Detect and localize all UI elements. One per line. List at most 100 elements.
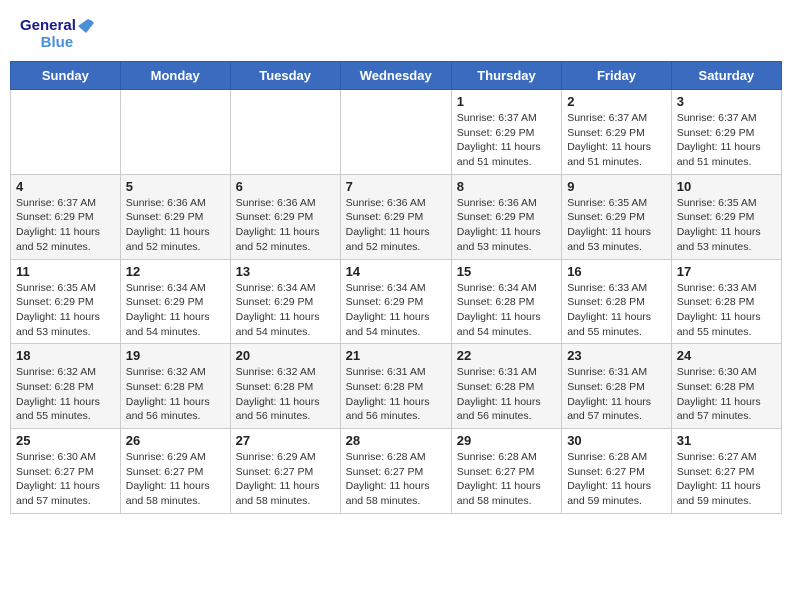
day-number: 6 — [236, 179, 335, 194]
day-number: 27 — [236, 433, 335, 448]
day-info: Sunrise: 6:31 AM Sunset: 6:28 PM Dayligh… — [567, 365, 666, 424]
day-info: Sunrise: 6:32 AM Sunset: 6:28 PM Dayligh… — [126, 365, 225, 424]
day-info: Sunrise: 6:30 AM Sunset: 6:27 PM Dayligh… — [16, 450, 115, 509]
day-number: 26 — [126, 433, 225, 448]
day-info: Sunrise: 6:30 AM Sunset: 6:28 PM Dayligh… — [677, 365, 776, 424]
day-info: Sunrise: 6:37 AM Sunset: 6:29 PM Dayligh… — [677, 111, 776, 170]
day-number: 22 — [457, 348, 556, 363]
day-number: 5 — [126, 179, 225, 194]
day-info: Sunrise: 6:34 AM Sunset: 6:29 PM Dayligh… — [346, 281, 446, 340]
day-info: Sunrise: 6:34 AM Sunset: 6:29 PM Dayligh… — [126, 281, 225, 340]
day-number: 18 — [16, 348, 115, 363]
calendar-cell: 4 Sunrise: 6:37 AM Sunset: 6:29 PM Daylig… — [11, 174, 121, 259]
day-info: Sunrise: 6:33 AM Sunset: 6:28 PM Dayligh… — [677, 281, 776, 340]
day-header-tuesday: Tuesday — [230, 62, 340, 90]
week-row: 1Sunrise: 6:37 AM Sunset: 6:29 PM Daylig… — [11, 90, 782, 175]
calendar-cell: 21 Sunrise: 6:31 AM Sunset: 6:28 PM Dayli… — [340, 344, 451, 429]
day-number: 20 — [236, 348, 335, 363]
day-number: 28 — [346, 433, 446, 448]
calendar-cell — [230, 90, 340, 175]
week-row: 18 Sunrise: 6:32 AM Sunset: 6:28 PM Dayli… — [11, 344, 782, 429]
day-number: 8 — [457, 179, 556, 194]
day-number: 25 — [16, 433, 115, 448]
day-info: Sunrise: 6:35 AM Sunset: 6:29 PM Dayligh… — [677, 196, 776, 255]
day-number: 15 — [457, 264, 556, 279]
day-info: Sunrise: 6:34 AM Sunset: 6:29 PM Dayligh… — [236, 281, 335, 340]
day-number: 10 — [677, 179, 776, 194]
calendar-cell: 22Sunrise: 6:31 AM Sunset: 6:28 PM Dayli… — [451, 344, 561, 429]
day-number: 30 — [567, 433, 666, 448]
calendar-cell: 23 Sunrise: 6:31 AM Sunset: 6:28 PM Dayli… — [562, 344, 672, 429]
calendar-cell: 30 Sunrise: 6:28 AM Sunset: 6:27 PM Dayli… — [562, 429, 672, 514]
calendar-cell: 8 Sunrise: 6:36 AM Sunset: 6:29 PM Daylig… — [451, 174, 561, 259]
calendar-cell: 17Sunrise: 6:33 AM Sunset: 6:28 PM Dayli… — [671, 259, 781, 344]
logo-general-text: General — [20, 18, 76, 35]
day-header-sunday: Sunday — [11, 62, 121, 90]
day-info: Sunrise: 6:28 AM Sunset: 6:27 PM Dayligh… — [567, 450, 666, 509]
day-info: Sunrise: 6:32 AM Sunset: 6:28 PM Dayligh… — [236, 365, 335, 424]
day-info: Sunrise: 6:36 AM Sunset: 6:29 PM Dayligh… — [126, 196, 225, 255]
day-info: Sunrise: 6:35 AM Sunset: 6:29 PM Dayligh… — [567, 196, 666, 255]
day-header-saturday: Saturday — [671, 62, 781, 90]
calendar-cell: 7 Sunrise: 6:36 AM Sunset: 6:29 PM Daylig… — [340, 174, 451, 259]
calendar-cell: 5 Sunrise: 6:36 AM Sunset: 6:29 PM Daylig… — [120, 174, 230, 259]
day-info: Sunrise: 6:34 AM Sunset: 6:28 PM Dayligh… — [457, 281, 556, 340]
calendar-cell: 2 Sunrise: 6:37 AM Sunset: 6:29 PM Daylig… — [562, 90, 672, 175]
day-number: 3 — [677, 94, 776, 109]
week-row: 25 Sunrise: 6:30 AM Sunset: 6:27 PM Dayli… — [11, 429, 782, 514]
calendar-cell: 3 Sunrise: 6:37 AM Sunset: 6:29 PM Daylig… — [671, 90, 781, 175]
day-info: Sunrise: 6:35 AM Sunset: 6:29 PM Dayligh… — [16, 281, 115, 340]
day-number: 4 — [16, 179, 115, 194]
logo: General Blue — [20, 18, 94, 51]
calendar-cell: 26 Sunrise: 6:29 AM Sunset: 6:27 PM Dayli… — [120, 429, 230, 514]
calendar-cell — [340, 90, 451, 175]
day-number: 12 — [126, 264, 225, 279]
calendar-cell — [11, 90, 121, 175]
day-header-monday: Monday — [120, 62, 230, 90]
day-info: Sunrise: 6:33 AM Sunset: 6:28 PM Dayligh… — [567, 281, 666, 340]
calendar-cell: 16Sunrise: 6:33 AM Sunset: 6:28 PM Dayli… — [562, 259, 672, 344]
week-row: 4 Sunrise: 6:37 AM Sunset: 6:29 PM Daylig… — [11, 174, 782, 259]
calendar-cell: 9 Sunrise: 6:35 AM Sunset: 6:29 PM Daylig… — [562, 174, 672, 259]
day-header-wednesday: Wednesday — [340, 62, 451, 90]
day-number: 11 — [16, 264, 115, 279]
day-number: 19 — [126, 348, 225, 363]
calendar-table: SundayMondayTuesdayWednesdayThursdayFrid… — [10, 61, 782, 514]
day-info: Sunrise: 6:32 AM Sunset: 6:28 PM Dayligh… — [16, 365, 115, 424]
day-info: Sunrise: 6:28 AM Sunset: 6:27 PM Dayligh… — [457, 450, 556, 509]
logo-bird-icon — [78, 19, 94, 33]
calendar-cell: 10 Sunrise: 6:35 AM Sunset: 6:29 PM Dayli… — [671, 174, 781, 259]
week-row: 11 Sunrise: 6:35 AM Sunset: 6:29 PM Dayli… — [11, 259, 782, 344]
day-number: 24 — [677, 348, 776, 363]
day-info: Sunrise: 6:36 AM Sunset: 6:29 PM Dayligh… — [236, 196, 335, 255]
day-number: 21 — [346, 348, 446, 363]
calendar-cell: 28 Sunrise: 6:28 AM Sunset: 6:27 PM Dayli… — [340, 429, 451, 514]
day-number: 7 — [346, 179, 446, 194]
calendar-cell: 6 Sunrise: 6:36 AM Sunset: 6:29 PM Daylig… — [230, 174, 340, 259]
day-info: Sunrise: 6:27 AM Sunset: 6:27 PM Dayligh… — [677, 450, 776, 509]
calendar-cell: 13 Sunrise: 6:34 AM Sunset: 6:29 PM Dayli… — [230, 259, 340, 344]
day-number: 23 — [567, 348, 666, 363]
day-info: Sunrise: 6:29 AM Sunset: 6:27 PM Dayligh… — [126, 450, 225, 509]
calendar-cell: 14Sunrise: 6:34 AM Sunset: 6:29 PM Dayli… — [340, 259, 451, 344]
day-number: 9 — [567, 179, 666, 194]
day-info: Sunrise: 6:36 AM Sunset: 6:29 PM Dayligh… — [346, 196, 446, 255]
calendar-cell: 20 Sunrise: 6:32 AM Sunset: 6:28 PM Dayli… — [230, 344, 340, 429]
day-info: Sunrise: 6:31 AM Sunset: 6:28 PM Dayligh… — [346, 365, 446, 424]
calendar-cell: 24 Sunrise: 6:30 AM Sunset: 6:28 PM Dayli… — [671, 344, 781, 429]
day-number: 13 — [236, 264, 335, 279]
day-number: 31 — [677, 433, 776, 448]
day-number: 2 — [567, 94, 666, 109]
day-info: Sunrise: 6:36 AM Sunset: 6:29 PM Dayligh… — [457, 196, 556, 255]
day-info: Sunrise: 6:29 AM Sunset: 6:27 PM Dayligh… — [236, 450, 335, 509]
logo-blue-text: Blue — [20, 35, 94, 52]
calendar-cell: 31 Sunrise: 6:27 AM Sunset: 6:27 PM Dayli… — [671, 429, 781, 514]
calendar-cell: 25 Sunrise: 6:30 AM Sunset: 6:27 PM Dayli… — [11, 429, 121, 514]
day-info: Sunrise: 6:37 AM Sunset: 6:29 PM Dayligh… — [567, 111, 666, 170]
calendar-cell: 27 Sunrise: 6:29 AM Sunset: 6:27 PM Dayli… — [230, 429, 340, 514]
day-info: Sunrise: 6:37 AM Sunset: 6:29 PM Dayligh… — [16, 196, 115, 255]
calendar-cell: 18 Sunrise: 6:32 AM Sunset: 6:28 PM Dayli… — [11, 344, 121, 429]
calendar-cell: 19 Sunrise: 6:32 AM Sunset: 6:28 PM Dayli… — [120, 344, 230, 429]
day-info: Sunrise: 6:28 AM Sunset: 6:27 PM Dayligh… — [346, 450, 446, 509]
logo-general: General — [20, 18, 94, 35]
